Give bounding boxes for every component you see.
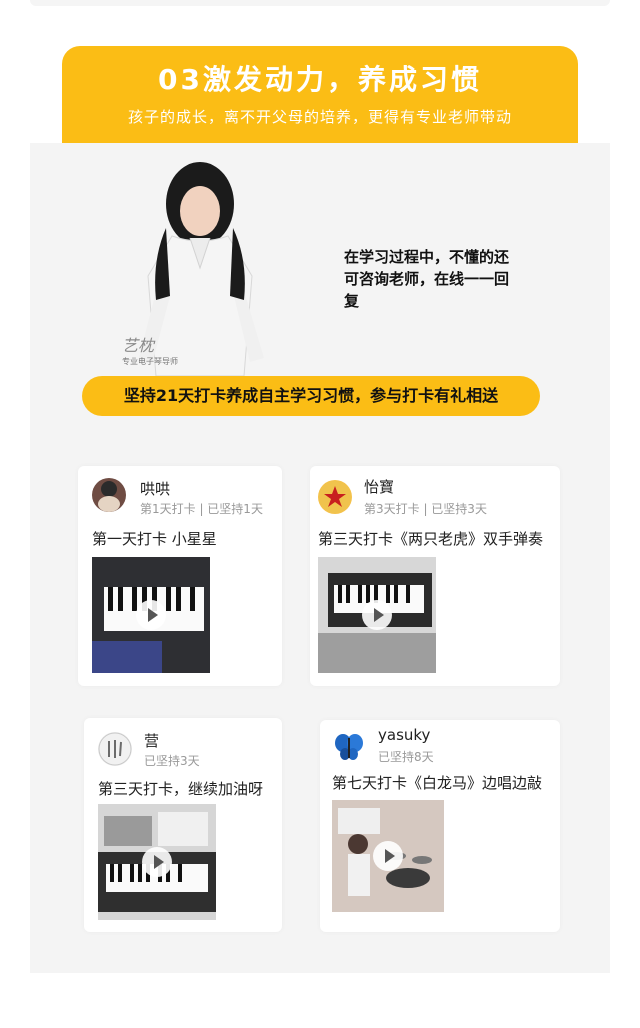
username: 营 — [144, 732, 160, 750]
checkin-meta: 第1天打卡 | 已坚持1天 — [140, 502, 263, 516]
play-icon[interactable] — [362, 600, 392, 630]
checkin-meta: 已坚持3天 — [144, 754, 200, 768]
checkin-text: 第一天打卡 小星星 — [92, 530, 217, 548]
video-thumbnail[interactable] — [318, 557, 436, 673]
checkin-meta: 第3天打卡 | 已坚持3天 — [364, 502, 487, 516]
play-icon[interactable] — [373, 841, 403, 871]
user-avatar-image — [98, 481, 120, 512]
checkin-card[interactable]: yasuky 已坚持8天 第七天打卡《白龙马》边唱边敲 — [320, 720, 560, 932]
teacher-tag: 专业电子琴导师 — [122, 357, 178, 366]
star-badge-icon — [319, 481, 351, 513]
section-subtitle: 孩子的成长，离不开父母的培养，更得有专业老师带动 — [127, 108, 512, 126]
checkin-card[interactable]: 怡寶 第3天打卡 | 已坚持3天 第三天打卡《两只老虎》双手弹奏 — [310, 466, 560, 686]
avatar — [332, 730, 366, 764]
butterfly-icon — [335, 734, 363, 760]
checkin-meta: 已坚持8天 — [378, 750, 434, 764]
username: 怡寶 — [364, 478, 395, 496]
avatar — [318, 480, 352, 514]
video-thumbnail[interactable] — [92, 557, 210, 673]
play-icon[interactable] — [136, 600, 166, 630]
avatar — [92, 478, 126, 512]
teacher-speech: 在学习过程中，不懂的还可咨询老师，在线一一回复 — [344, 248, 510, 310]
checkin-text: 第三天打卡《两只老虎》双手弹奏 — [318, 530, 544, 548]
checkin-text: 第七天打卡《白龙马》边唱边敲 — [332, 774, 543, 792]
username: yasuky — [378, 726, 431, 744]
video-thumbnail[interactable] — [98, 804, 216, 920]
calligraphy-avatar — [98, 732, 132, 766]
top-strip — [30, 0, 610, 6]
checkin-card[interactable]: 营 已坚持3天 第三天打卡，继续加油呀 — [84, 718, 282, 932]
checkin-banner: 坚持21天打卡养成自主学习习惯，参与打卡有礼相送 — [82, 376, 540, 416]
username: 哄哄 — [140, 480, 171, 498]
section-banner: 03激发动力，养成习惯 孩子的成长，离不开父母的培养，更得有专业老师带动 — [62, 46, 578, 146]
video-thumbnail[interactable] — [332, 800, 444, 912]
section-title: 03激发动力，养成习惯 — [158, 63, 482, 96]
avatar — [98, 732, 132, 766]
checkin-card[interactable]: 哄哄 第1天打卡 | 已坚持1天 第一天打卡 小星星 — [78, 466, 282, 686]
play-icon[interactable] — [142, 847, 172, 877]
teacher-signature: 艺枕 — [122, 336, 155, 355]
checkin-text: 第三天打卡，继续加油呀 — [98, 780, 264, 798]
